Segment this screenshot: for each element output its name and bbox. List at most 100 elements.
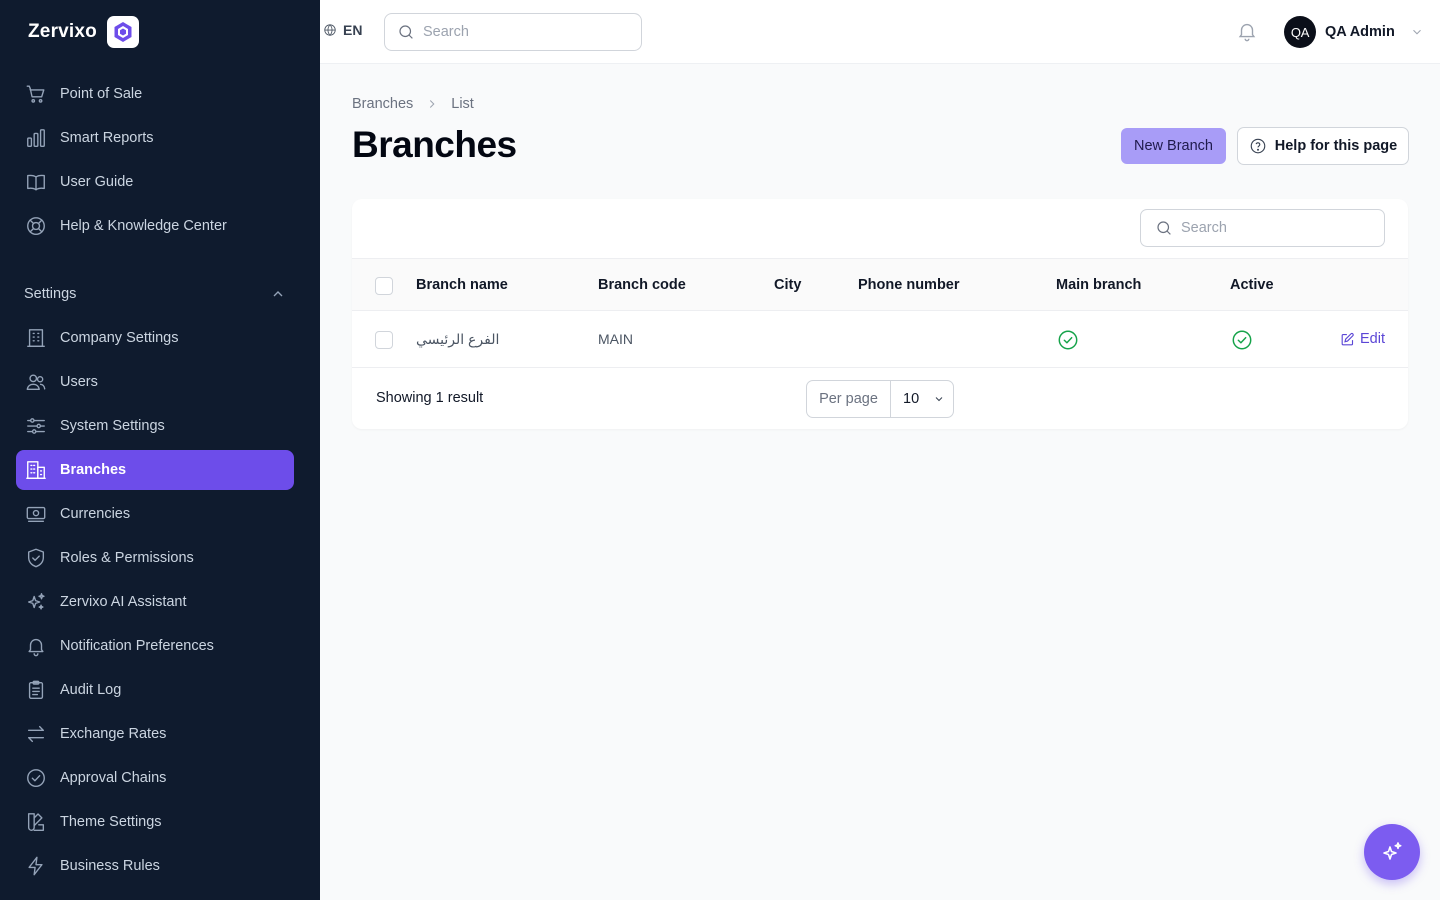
pencil-square-icon — [1341, 332, 1354, 345]
shield-icon — [24, 546, 48, 570]
sidebar-item-company-settings[interactable]: Company Settings — [16, 318, 294, 358]
row-checkbox[interactable] — [375, 331, 393, 349]
per-page-label: Per page — [807, 381, 891, 417]
column-header-active[interactable]: Active — [1230, 277, 1274, 293]
user-name: QA Admin — [1325, 24, 1395, 40]
select-all-checkbox[interactable] — [375, 277, 393, 295]
main-branch-check-icon — [1057, 329, 1079, 351]
help-button-label: Help for this page — [1274, 138, 1398, 154]
column-header-branch-code[interactable]: Branch code — [598, 277, 686, 293]
per-page-value-dropdown[interactable]: 10 — [891, 381, 953, 417]
sidebar-item-label: User Guide — [60, 174, 134, 190]
sidebar-item-label: Notification Preferences — [60, 638, 214, 654]
sidebar-item-label: Currencies — [60, 506, 131, 522]
sidebar-item-label: Roles & Permissions — [60, 550, 194, 566]
sidebar-item-notification-preferences[interactable]: Notification Preferences — [16, 626, 294, 666]
sidebar-item-label: Point of Sale — [60, 86, 143, 102]
bolt-icon — [24, 854, 48, 878]
breadcrumb-current: List — [451, 96, 474, 112]
banknote-icon — [24, 502, 48, 526]
sidebar-item-users[interactable]: Users — [16, 362, 294, 402]
column-header-main-branch[interactable]: Main branch — [1056, 277, 1141, 293]
sidebar-item-system-settings[interactable]: System Settings — [16, 406, 294, 446]
avatar: QA — [1284, 16, 1316, 48]
question-circle-icon — [1250, 138, 1266, 154]
sidebar-item-roles-permissions[interactable]: Roles & Permissions — [16, 538, 294, 578]
chevron-up-icon — [273, 291, 283, 297]
sidebar-item-label: System Settings — [60, 418, 165, 434]
sidebar-item-label: Exchange Rates — [60, 726, 167, 742]
ai-assistant-fab[interactable] — [1364, 824, 1420, 880]
help-button[interactable]: Help for this page — [1237, 127, 1409, 165]
sidebar-item-audit-log[interactable]: Audit Log — [16, 670, 294, 710]
user-menu[interactable]: QA QA Admin — [1284, 16, 1424, 48]
edit-row-button[interactable]: Edit — [1340, 331, 1385, 347]
branches-table-card: Branch name Branch code City Phone numbe… — [352, 199, 1408, 429]
lifebuoy-icon — [24, 214, 48, 238]
settings-group-label: Settings — [24, 286, 77, 302]
sliders-icon — [24, 414, 48, 438]
bell-icon — [24, 634, 48, 658]
sparkles-icon — [24, 590, 48, 614]
sparkles-icon — [1383, 842, 1402, 860]
new-branch-button[interactable]: New Branch — [1121, 128, 1226, 164]
globe-icon — [324, 24, 336, 36]
table-header: Branch name Branch code City Phone numbe… — [352, 258, 1408, 311]
sidebar-item-label: Smart Reports — [60, 130, 154, 146]
users-icon — [24, 370, 48, 394]
breadcrumb: Branches List — [352, 96, 474, 112]
book-icon — [24, 170, 48, 194]
sidebar-item-user-guide[interactable]: User Guide — [16, 162, 294, 202]
arrows-exchange-icon — [24, 722, 48, 746]
column-header-phone-number[interactable]: Phone number — [858, 277, 960, 293]
page-title: Branches — [352, 124, 517, 165]
cart-icon — [24, 82, 48, 106]
column-header-branch-name[interactable]: Branch name — [416, 277, 508, 293]
table-search[interactable] — [1140, 209, 1385, 247]
brand-logo-icon — [107, 16, 139, 48]
search-icon — [1157, 221, 1171, 235]
bell-icon — [1238, 23, 1256, 42]
chevron-down-icon — [1412, 29, 1421, 35]
sidebar-item-label: Branches — [60, 462, 127, 478]
sidebar-item-exchange-rates[interactable]: Exchange Rates — [16, 714, 294, 754]
table-search-input[interactable] — [1181, 220, 1371, 236]
chevron-right-icon — [430, 100, 435, 108]
language-switcher[interactable]: EN — [323, 22, 362, 38]
sidebar-item-label: Audit Log — [60, 682, 122, 698]
topbar: EN QA QA Admin — [320, 0, 1440, 64]
sidebar-item-label: Theme Settings — [60, 814, 162, 830]
settings-group-toggle[interactable]: Settings — [24, 282, 286, 306]
cell-branch-code: MAIN — [598, 331, 633, 347]
edit-label: Edit — [1360, 331, 1385, 347]
swatch-icon — [24, 810, 48, 834]
sidebar-item-label: Users — [60, 374, 98, 390]
active-check-icon — [1231, 329, 1253, 351]
sidebar-item-label: Zervixo AI Assistant — [60, 594, 187, 610]
per-page-value: 10 — [903, 391, 920, 407]
sidebar-item-theme-settings[interactable]: Theme Settings — [16, 802, 294, 842]
office-building-icon — [24, 458, 48, 482]
breadcrumb-parent-link[interactable]: Branches — [352, 96, 413, 112]
cell-branch-name: الفرع الرئيسي — [416, 331, 500, 347]
result-count: Showing 1 result — [376, 390, 484, 406]
global-search[interactable] — [384, 13, 642, 51]
brand[interactable]: Zervixo — [28, 16, 139, 48]
sidebar-item-approval-chains[interactable]: Approval Chains — [16, 758, 294, 798]
sidebar-item-business-rules[interactable]: Business Rules — [16, 846, 294, 886]
building-icon — [24, 326, 48, 350]
table-row[interactable]: الفرع الرئيسي MAIN Edit — [352, 311, 1408, 368]
global-search-input[interactable] — [423, 24, 613, 40]
notifications-button[interactable] — [1236, 20, 1260, 44]
bar-chart-icon — [24, 126, 48, 150]
sidebar-item-ai-assistant[interactable]: Zervixo AI Assistant — [16, 582, 294, 622]
sidebar-item-currencies[interactable]: Currencies — [16, 494, 294, 534]
sidebar-item-point-of-sale[interactable]: Point of Sale — [16, 74, 294, 114]
per-page-select[interactable]: Per page 10 — [806, 380, 954, 418]
sidebar-item-smart-reports[interactable]: Smart Reports — [16, 118, 294, 158]
sidebar-item-help-center[interactable]: Help & Knowledge Center — [16, 206, 294, 246]
chevron-down-icon — [935, 397, 943, 402]
sidebar-item-branches[interactable]: Branches — [16, 450, 294, 490]
column-header-city[interactable]: City — [774, 277, 801, 293]
sidebar-item-label: Approval Chains — [60, 770, 167, 786]
